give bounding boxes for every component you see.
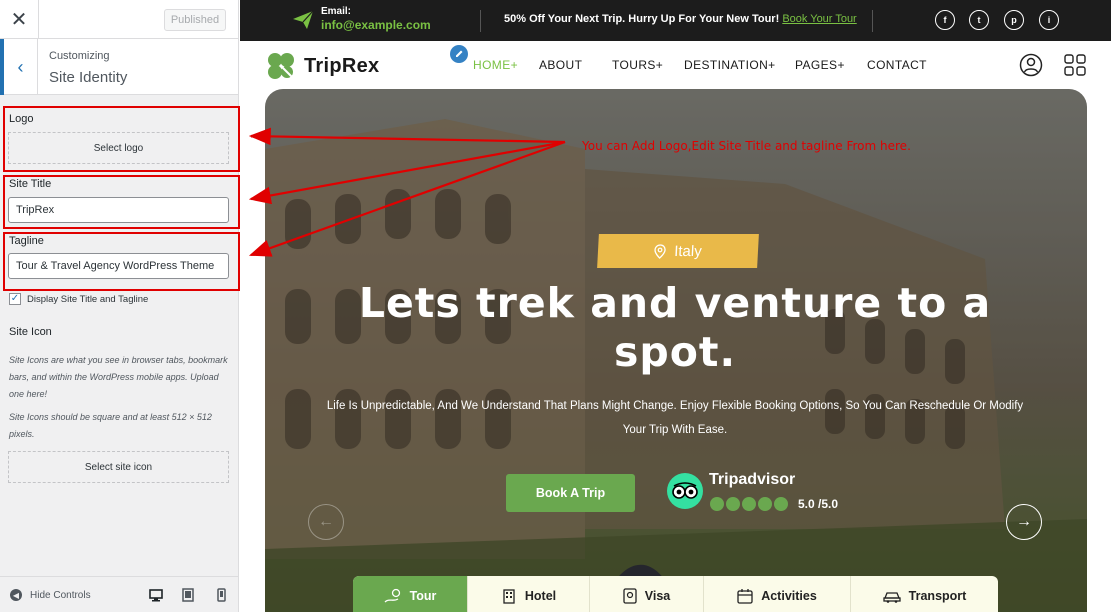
rating-score: 5.0 /5.0 xyxy=(798,497,839,511)
tab-tour[interactable]: Tour xyxy=(353,576,468,612)
top-bar: Email: info@example.com 50% Off Your Nex… xyxy=(240,0,1111,41)
activities-calendar-icon xyxy=(737,589,753,604)
rating-dots xyxy=(710,497,788,511)
site-icon-size-note: Site Icons should be square and at least… xyxy=(9,412,212,439)
book-trip-button[interactable]: Book A Trip xyxy=(506,474,635,512)
site-logo[interactable]: TripRex xyxy=(264,51,379,81)
tripadvisor-name: Tripadvisor xyxy=(709,471,796,488)
display-title-checkbox[interactable]: ✓ xyxy=(9,293,21,305)
location-pin-icon xyxy=(654,243,666,259)
email-label: Email: xyxy=(321,6,352,17)
email-block: Email: info@example.com xyxy=(292,6,431,33)
published-button[interactable]: Published xyxy=(164,9,226,31)
rating-dot xyxy=(742,497,756,511)
tab-activities[interactable]: Activities xyxy=(704,576,851,612)
tab-activities-label: Activities xyxy=(761,589,817,603)
promo-message: 50% Off Your Next Trip. Hurry Up For You… xyxy=(504,13,780,25)
close-icon[interactable]: ✕ xyxy=(0,0,39,39)
email-link[interactable]: info@example.com xyxy=(321,18,431,33)
rating-dot xyxy=(710,497,724,511)
tab-hotel[interactable]: Hotel xyxy=(468,576,590,612)
book-tour-link[interactable]: Book Your Tour xyxy=(782,13,856,25)
site-title-highlight-box xyxy=(3,175,240,229)
collapse-icon: ◀ xyxy=(10,589,22,601)
chevron-left-icon[interactable]: ‹ xyxy=(0,39,38,95)
tab-tour-label: Tour xyxy=(409,589,437,603)
tab-hotel-label: Hotel xyxy=(524,589,557,603)
prev-slide-arrow-icon[interactable]: ← xyxy=(308,504,344,540)
search-tabs: Tour Hotel Visa Activities Transport xyxy=(353,576,998,612)
panel-header: ✕ Published xyxy=(0,0,238,39)
next-slide-arrow-icon[interactable]: → xyxy=(1006,504,1042,540)
clover-logo-icon xyxy=(268,53,295,80)
edit-shortcut-pencil-icon[interactable] xyxy=(450,45,468,63)
desktop-icon[interactable] xyxy=(146,586,166,604)
site-icon-description: Site Icons are what you see in browser t… xyxy=(9,355,228,399)
hide-controls-label: Hide Controls xyxy=(30,589,91,601)
tagline-highlight-box xyxy=(3,232,240,291)
site-icon-title: Site Icon xyxy=(9,326,52,338)
location-tag: Italy xyxy=(597,234,759,268)
nav-destination[interactable]: DESTINATION+ xyxy=(684,58,776,72)
nav-contact[interactable]: CONTACT xyxy=(867,58,927,72)
pinterest-icon[interactable]: p xyxy=(1004,10,1024,30)
panel-footer: ◀ Hide Controls xyxy=(0,576,238,612)
customizing-label: Customizing xyxy=(49,50,110,62)
annotation-note: You can Add Logo,Edit Site Title and tag… xyxy=(582,139,911,153)
select-site-icon-button[interactable]: Select site icon xyxy=(8,451,229,483)
hero-subtext: Life Is Unpredictable, And We Understand… xyxy=(326,400,1024,436)
section-header: ‹ Customizing Site Identity xyxy=(0,39,238,95)
promo-text: 50% Off Your Next Trip. Hurry Up For You… xyxy=(504,13,857,25)
main-navbar: TripRex HOME+ ABOUT TOURS+ DESTINATION+ … xyxy=(240,41,1111,89)
tab-visa-label: Visa xyxy=(644,589,671,603)
display-title-label: Display Site Title and Tagline xyxy=(27,293,149,305)
send-icon xyxy=(293,10,314,29)
section-title: Site Identity xyxy=(49,69,128,86)
tripadvisor-owl-icon xyxy=(667,473,703,509)
hero-banner: Italy Lets trek and venture to a spot. L… xyxy=(265,89,1087,612)
rating-dot xyxy=(726,497,740,511)
hero-headline: Lets trek and venture to a spot. xyxy=(358,279,992,376)
logo-highlight-box xyxy=(3,106,240,172)
hotel-icon xyxy=(503,589,515,604)
site-preview: Email: info@example.com 50% Off Your Nex… xyxy=(240,0,1111,612)
nav-pages[interactable]: PAGES+ xyxy=(795,58,845,72)
tour-icon xyxy=(384,588,400,603)
hide-controls-button[interactable]: ◀ Hide Controls xyxy=(10,589,91,601)
customizer-panel: ✕ Published ‹ Customizing Site Identity … xyxy=(0,0,240,612)
visa-icon xyxy=(623,588,637,604)
tab-transport[interactable]: Transport xyxy=(851,576,998,612)
location-tag-label: Italy xyxy=(673,242,703,260)
nav-tours[interactable]: TOURS+ xyxy=(612,58,663,72)
divider xyxy=(480,10,481,32)
mobile-icon[interactable] xyxy=(211,586,231,604)
tab-visa[interactable]: Visa xyxy=(590,576,704,612)
user-icon[interactable] xyxy=(1019,53,1043,77)
display-title-checkbox-row[interactable]: ✓ Display Site Title and Tagline xyxy=(9,293,148,305)
twitter-icon[interactable]: t xyxy=(969,10,989,30)
facebook-icon[interactable]: f xyxy=(935,10,955,30)
rating-dot xyxy=(774,497,788,511)
rating-dot xyxy=(758,497,772,511)
nav-about[interactable]: ABOUT xyxy=(539,58,582,72)
instagram-icon[interactable]: i xyxy=(1039,10,1059,30)
grid-menu-icon[interactable] xyxy=(1064,54,1086,76)
divider xyxy=(872,10,873,32)
tablet-icon[interactable] xyxy=(178,586,198,604)
transport-car-icon xyxy=(883,592,901,603)
nav-home[interactable]: HOME+ xyxy=(473,58,518,72)
tab-transport-label: Transport xyxy=(908,589,967,603)
brand-name: TripRex xyxy=(304,54,380,77)
